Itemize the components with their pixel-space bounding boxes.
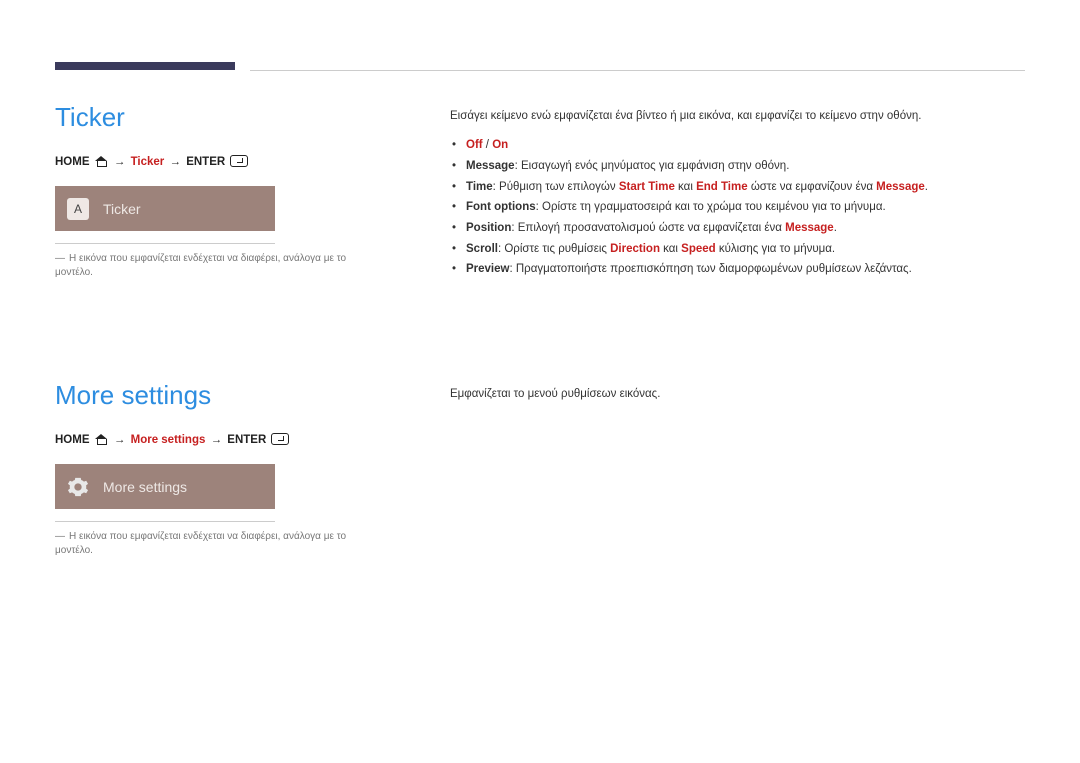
bullet-item: Off / On: [466, 135, 1025, 156]
bullet-item: Preview: Πραγματοποιήστε προεπισκόπηση τ…: [466, 259, 1025, 280]
arrow-icon: →: [170, 156, 182, 168]
intro-text: Εισάγει κείμενο ενώ εμφανίζεται ένα βίντ…: [450, 108, 1025, 125]
dash-icon: ―: [55, 531, 65, 542]
disclaimer-text: Η εικόνα που εμφανίζεται ενδέχεται να δι…: [55, 531, 346, 556]
highlight: Message: [785, 222, 834, 234]
disclaimer: ―Η εικόνα που εμφανίζεται ενδέχεται να δ…: [55, 530, 380, 558]
bullet-text: και: [660, 243, 681, 255]
bullet-text: : Ορίστε τις ρυθμίσεις: [498, 243, 610, 255]
separator-text: /: [483, 139, 493, 151]
preview-label: Ticker: [103, 201, 141, 217]
bullet-item: Position: Επιλογή προσανατολισμού ώστε ν…: [466, 218, 1025, 239]
header-line: [250, 70, 1025, 71]
bullet-item: Message: Εισαγωγή ενός μηνύματος για εμφ…: [466, 156, 1025, 177]
preview-card: More settings: [55, 464, 275, 509]
intro-text: Εμφανίζεται το μενού ρυθμίσεων εικόνας.: [450, 386, 1025, 403]
bullet-text: : Επιλογή προσανατολισμού ώστε να εμφανί…: [511, 222, 785, 234]
highlight: End Time: [696, 181, 748, 193]
separator: [55, 521, 275, 522]
bullet-text: : Εισαγωγή ενός μηνύματος για εμφάνιση σ…: [515, 160, 790, 172]
gear-icon: [67, 476, 89, 498]
preview-card: A Ticker: [55, 186, 275, 231]
off-label: Off: [466, 139, 483, 151]
on-label: On: [492, 139, 508, 151]
breadcrumb-home: HOME: [55, 434, 90, 446]
bullet-list: Off / On Message: Εισαγωγή ενός μηνύματο…: [450, 135, 1025, 280]
bullet-key: Time: [466, 181, 493, 193]
bullet-text: : Ρύθμιση των επιλογών: [493, 181, 619, 193]
dash-icon: ―: [55, 253, 65, 264]
bullet-key: Preview: [466, 263, 509, 275]
bullet-text: κύλισης για το μήνυμα.: [716, 243, 835, 255]
section-ticker: Ticker HOME → Ticker → ENTER A Ticker ―Η…: [55, 102, 1025, 280]
header-mark: [55, 62, 235, 70]
bullet-item: Time: Ρύθμιση των επιλογών Start Time κα…: [466, 177, 1025, 198]
breadcrumb-enter: ENTER: [227, 434, 266, 446]
arrow-icon: →: [211, 434, 223, 446]
disclaimer: ―Η εικόνα που εμφανίζεται ενδέχεται να δ…: [55, 252, 380, 280]
bullet-text: .: [834, 222, 837, 234]
section-more-settings: More settings HOME → More settings → ENT…: [55, 380, 1025, 558]
bullet-item: Scroll: Ορίστε τις ρυθμίσεις Direction κ…: [466, 239, 1025, 260]
bullet-key: Position: [466, 222, 511, 234]
bullet-item: Font options: Ορίστε τη γραμματοσειρά κα…: [466, 197, 1025, 218]
breadcrumb-step: Ticker: [131, 156, 165, 168]
arrow-icon: →: [114, 156, 126, 168]
highlight: Speed: [681, 243, 716, 255]
separator: [55, 243, 275, 244]
bullet-key: Message: [466, 160, 515, 172]
disclaimer-text: Η εικόνα που εμφανίζεται ενδέχεται να δι…: [55, 253, 346, 278]
arrow-icon: →: [114, 434, 126, 446]
breadcrumb-step: More settings: [131, 434, 206, 446]
bullet-text: και: [675, 181, 696, 193]
bullet-key: Font options: [466, 201, 536, 213]
home-icon: [95, 156, 107, 166]
bullet-text: ώστε να εμφανίζουν ένα: [748, 181, 877, 193]
bullet-text: : Πραγματοποιήστε προεπισκόπηση των διαμ…: [509, 263, 911, 275]
breadcrumb: HOME → More settings → ENTER: [55, 433, 380, 446]
breadcrumb: HOME → Ticker → ENTER: [55, 155, 380, 168]
highlight: Message: [876, 181, 925, 193]
bullet-key: Scroll: [466, 243, 498, 255]
section-title: More settings: [55, 380, 380, 411]
enter-icon: [230, 155, 248, 167]
highlight: Start Time: [619, 181, 675, 193]
home-icon: [95, 434, 107, 444]
bullet-text: : Ορίστε τη γραμματοσειρά και το χρώμα τ…: [536, 201, 886, 213]
letter-a-icon: A: [67, 198, 89, 220]
breadcrumb-home: HOME: [55, 156, 90, 168]
section-title: Ticker: [55, 102, 380, 133]
enter-icon: [271, 433, 289, 445]
bullet-text: .: [925, 181, 928, 193]
breadcrumb-enter: ENTER: [186, 156, 225, 168]
highlight: Direction: [610, 243, 660, 255]
preview-label: More settings: [103, 479, 187, 495]
